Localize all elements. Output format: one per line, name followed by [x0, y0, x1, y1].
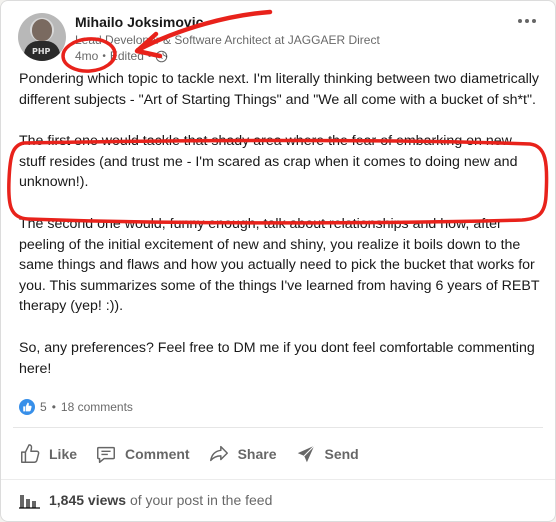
social-counts: 5 • 18 comments [19, 399, 133, 415]
comment-button[interactable]: Comment [91, 439, 198, 469]
send-button[interactable]: Send [291, 439, 367, 469]
post-time: 4mo [75, 49, 99, 63]
post-paragraph-2: The first one would tackle that shady ar… [19, 133, 518, 191]
post-header: PHP Mihailo Joksimovic Lead Developer & … [18, 13, 543, 65]
divider-2 [1, 479, 555, 480]
post-meta: 4mo • Edited • [75, 49, 168, 63]
meta-separator: • [102, 50, 106, 62]
post-paragraph-4: So, any preferences? Feel free to DM me … [19, 339, 535, 377]
views-count: 1,845 views [49, 492, 127, 508]
globe-icon [156, 50, 168, 62]
author-name[interactable]: Mihailo Joksimovic [75, 14, 203, 30]
avatar-shirt-text: PHP [32, 47, 51, 56]
share-icon [209, 445, 228, 462]
avatar[interactable]: PHP [18, 13, 66, 61]
comment-icon [97, 446, 115, 463]
reaction-count[interactable]: 5 [40, 400, 47, 414]
send-icon [297, 445, 315, 463]
comments-count[interactable]: 18 comments [61, 400, 133, 414]
meta-separator-2: • [147, 50, 152, 62]
share-label: Share [237, 446, 277, 462]
edited-label: Edited [109, 49, 144, 63]
bar-chart-icon [19, 495, 40, 509]
action-bar: Like Comment Share Send [15, 437, 373, 471]
author-title: Lead Developer & Software Architect at J… [75, 33, 380, 47]
social-separator: • [51, 400, 56, 414]
post-body: Pondering which topic to tackle next. I'… [19, 69, 541, 379]
divider [13, 427, 543, 428]
post-card: PHP Mihailo Joksimovic Lead Developer & … [0, 0, 556, 522]
send-label: Send [324, 446, 359, 462]
like-reaction-icon[interactable] [19, 399, 35, 415]
like-label: Like [49, 446, 78, 462]
share-button[interactable]: Share [204, 439, 285, 469]
thumbs-up-icon [21, 444, 40, 463]
post-paragraph-1: Pondering which topic to tackle next. I'… [19, 71, 540, 108]
views-suffix: of your post in the feed [129, 492, 273, 508]
more-options-button[interactable] [513, 13, 541, 29]
post-analytics[interactable]: 1,845 views of your post in the feed [19, 491, 272, 509]
comment-label: Comment [125, 446, 190, 462]
like-button[interactable]: Like [15, 439, 85, 469]
post-paragraph-3: The second one would, funny enough, talk… [19, 215, 540, 315]
